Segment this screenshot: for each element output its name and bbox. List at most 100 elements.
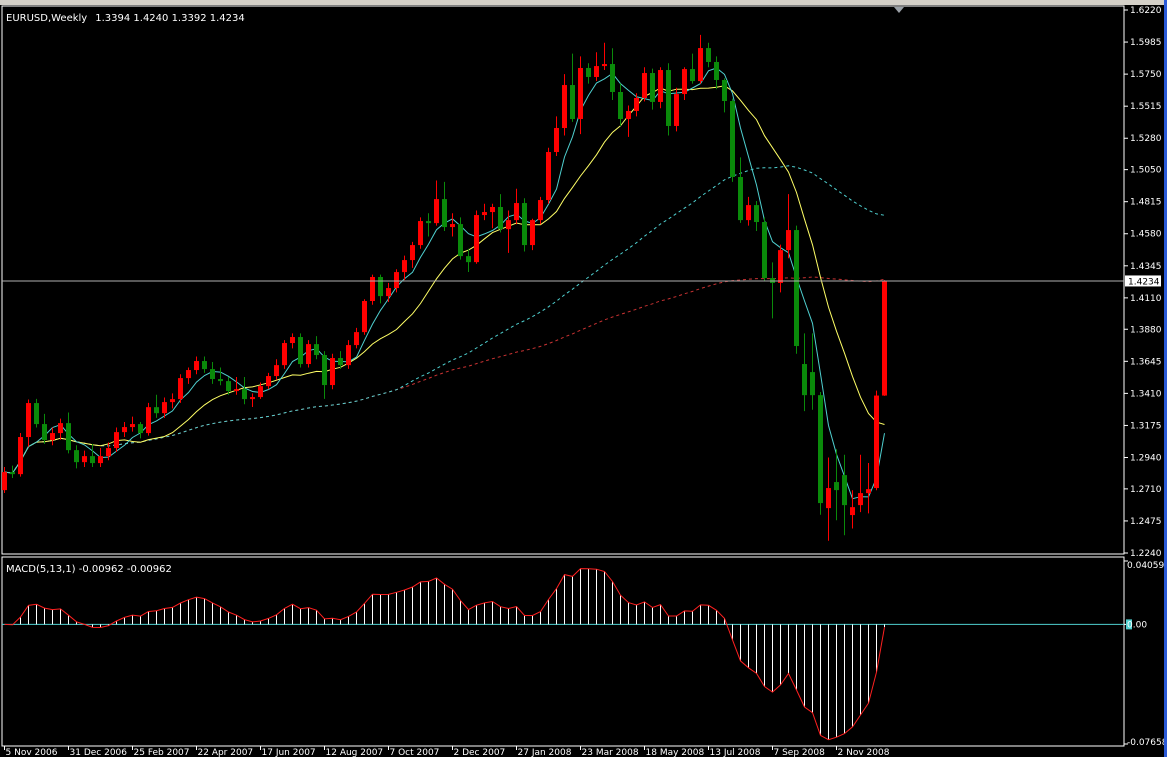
- candle-body: [354, 332, 359, 346]
- candle-body: [74, 450, 79, 463]
- candle-body: [442, 199, 447, 228]
- candle-body: [242, 389, 247, 400]
- candle-body: [698, 48, 703, 82]
- candle-body: [42, 424, 47, 441]
- candle-body: [378, 276, 383, 297]
- candle-body: [266, 376, 271, 387]
- candle-body: [578, 67, 583, 120]
- candle-body: [130, 424, 135, 428]
- candle-body: [738, 176, 743, 221]
- candle-body: [858, 493, 863, 506]
- candle-body: [474, 215, 479, 263]
- candle-body: [82, 456, 87, 463]
- candle-body: [162, 402, 167, 414]
- price-tick-label: 1.2710: [1130, 485, 1162, 495]
- candle-body: [818, 395, 823, 504]
- price-tick-label: 1.3175: [1130, 421, 1162, 431]
- price-tick-label: 1.3880: [1130, 325, 1162, 335]
- candle-body: [778, 250, 783, 284]
- candle-body: [562, 85, 567, 129]
- candle-body: [882, 280, 887, 396]
- time-tick-label: 2 Dec 2007: [454, 748, 506, 757]
- candle-body: [618, 91, 623, 120]
- candle-body: [714, 61, 719, 80]
- candle-body: [866, 489, 871, 494]
- candle-body: [498, 207, 503, 230]
- candle-body: [138, 424, 143, 434]
- candle: [874, 390, 879, 491]
- price-tick-label: 1.5985: [1130, 38, 1162, 48]
- candle-body: [586, 67, 591, 77]
- candle-body: [666, 70, 671, 126]
- price-tick-label: 1.2940: [1130, 453, 1162, 463]
- candle-body: [18, 437, 23, 475]
- candle-body: [874, 395, 879, 489]
- candle: [762, 217, 767, 282]
- candle-body: [330, 358, 335, 386]
- candle-body: [570, 85, 575, 120]
- candle-body: [210, 369, 215, 380]
- candle-body: [114, 432, 119, 449]
- price-tick-label: 1.2240: [1130, 549, 1162, 559]
- candle-body: [298, 337, 303, 365]
- time-tick-label: 7 Sep 2008: [774, 748, 826, 757]
- candle-body: [258, 386, 263, 398]
- candle-body: [506, 220, 511, 230]
- candle: [666, 63, 671, 136]
- candle-body: [146, 407, 151, 434]
- candle: [370, 274, 375, 305]
- candle: [306, 340, 311, 368]
- time-tick-label: 23 Mar 2008: [582, 748, 639, 757]
- candle-body: [418, 221, 423, 246]
- candle-body: [706, 48, 711, 62]
- candle-body: [34, 403, 39, 425]
- time-tick-label: 31 Dec 2006: [70, 748, 128, 757]
- time-tick-label: 22 Apr 2007: [198, 748, 254, 757]
- candle-body: [314, 344, 319, 356]
- candle: [882, 280, 887, 396]
- candle-body: [842, 475, 847, 506]
- candle-body: [58, 423, 63, 434]
- time-tick-label: 12 Aug 2007: [326, 748, 384, 757]
- candle-body: [482, 212, 487, 216]
- candle-body: [2, 472, 7, 491]
- candle-body: [50, 433, 55, 441]
- candle-body: [338, 358, 343, 366]
- candle-body: [754, 205, 759, 223]
- time-tick-label: 5 Nov 2006: [6, 748, 58, 757]
- candle-body: [10, 472, 15, 475]
- macd-title: MACD(5,13,1) -0.00962 -0.00962: [6, 564, 172, 575]
- candle: [282, 340, 287, 369]
- symbol-period: EURUSD,Weekly: [6, 13, 87, 24]
- candle-body: [466, 256, 471, 263]
- price-tick-label: 1.6220: [1130, 6, 1162, 16]
- candle-body: [194, 361, 199, 371]
- candle-body: [802, 364, 807, 396]
- macd-tick-label: 0.04059: [1127, 561, 1164, 571]
- chart-title: EURUSD,Weekly 1.3394 1.4240 1.3392 1.4234: [6, 13, 245, 24]
- price-tick-label: 1.3410: [1130, 389, 1162, 399]
- candle-body: [122, 427, 127, 433]
- candle-body: [730, 101, 735, 177]
- candle-body: [66, 423, 71, 451]
- candle-body: [634, 97, 639, 111]
- time-tick-label: 13 Jul 2008: [710, 748, 761, 757]
- candle-body: [658, 70, 663, 102]
- candle-body: [722, 79, 727, 102]
- candle: [362, 299, 367, 335]
- candle: [34, 398, 39, 428]
- current-price-label: 1.4234: [1128, 277, 1160, 287]
- candle-body: [450, 224, 455, 228]
- candle: [146, 402, 151, 436]
- candle: [418, 217, 423, 249]
- candle: [298, 333, 303, 368]
- candle: [794, 225, 799, 354]
- chart-canvas[interactable]: 1.6220 1.5985 1.5750 1.5515 1.5280 1.5050 1.48…: [0, 0, 1167, 757]
- candle-body: [530, 220, 535, 246]
- candle-body: [810, 372, 815, 396]
- candle-body: [386, 288, 391, 297]
- candle-body: [850, 507, 855, 516]
- candle-body: [490, 207, 495, 213]
- candle-body: [178, 378, 183, 400]
- price-tick-label: 1.4815: [1130, 198, 1162, 208]
